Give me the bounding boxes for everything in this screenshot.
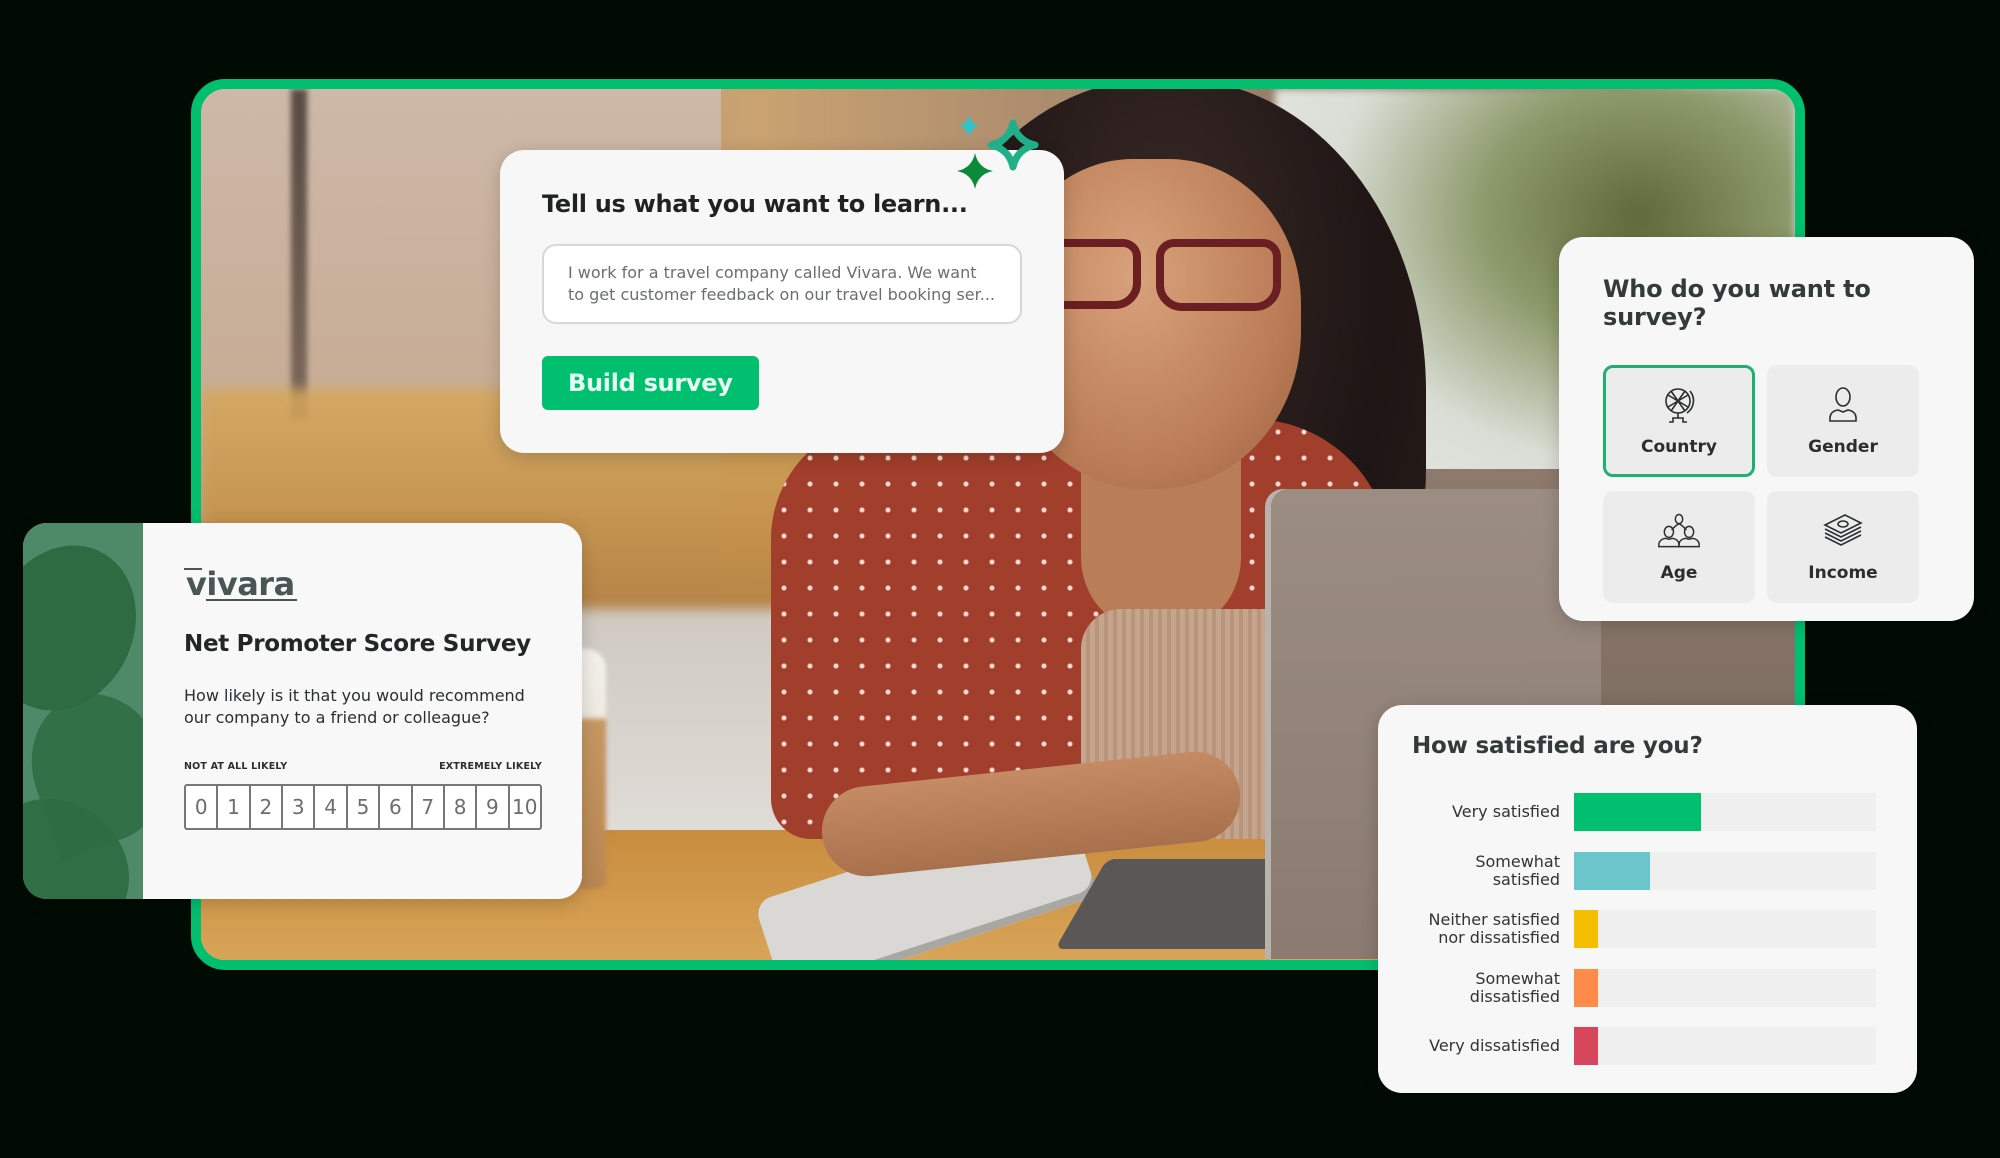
audience-option-income[interactable]: Income <box>1767 491 1919 603</box>
nps-body: vivara Net Promoter Score Survey How lik… <box>143 523 582 899</box>
sparkle-solid-darkgreen <box>957 153 993 189</box>
nps-option-1[interactable]: 1 <box>218 786 251 828</box>
satisfaction-bar <box>1574 851 1650 890</box>
satisfaction-row: Somewhat satisfied <box>1412 842 1883 901</box>
satisfaction-bar-label: Very dissatisfied <box>1429 1036 1560 1056</box>
nps-option-5[interactable]: 5 <box>348 786 381 828</box>
satisfaction-chart: Very satisfied Somewhat satisfied Neither … <box>1412 783 1883 1076</box>
photo-background-pillar <box>291 89 307 419</box>
sparkle-icon <box>957 115 1039 189</box>
learn-card-title: Tell us what you want to learn... <box>542 190 968 218</box>
satisfaction-row: Neither satisfied nor dissatisfied <box>1412 900 1883 959</box>
satisfaction-bar-label: Very satisfied <box>1452 802 1560 822</box>
satisfaction-bar <box>1574 910 1599 949</box>
money-icon <box>1823 514 1863 546</box>
nps-low-label: NOT AT ALL LIKELY <box>184 761 288 772</box>
build-survey-button[interactable]: Build survey <box>542 356 759 410</box>
audience-option-country[interactable]: Country <box>1603 365 1755 477</box>
globe-icon <box>1665 388 1695 423</box>
audience-options: Country Gender Age Income <box>1603 365 1930 603</box>
nps-option-4[interactable]: 4 <box>315 786 348 828</box>
audience-option-label: Country <box>1641 437 1717 457</box>
audience-card: Who do you want to survey? Country Gende… <box>1559 237 1974 621</box>
nps-scale-labels: NOT AT ALL LIKELY EXTREMELY LIKELY <box>184 761 542 772</box>
satisfaction-bar-track <box>1574 851 1876 890</box>
satisfaction-row: Somewhat dissatisfied <box>1412 959 1883 1018</box>
group-icon <box>1658 513 1700 548</box>
satisfaction-bar-label: Neither satisfied nor dissatisfied <box>1428 910 1560 948</box>
satisfaction-bar-track <box>1574 910 1876 949</box>
nps-scale: 0 1 2 3 4 5 6 7 8 9 10 <box>184 784 542 830</box>
photo-glasses-right <box>1156 239 1281 311</box>
nps-question: How likely is it that you would recommen… <box>184 686 525 727</box>
audience-option-age[interactable]: Age <box>1603 491 1755 603</box>
audience-option-label: Gender <box>1808 437 1878 457</box>
sparkle-outline-green <box>987 119 1039 171</box>
satisfaction-bar <box>1574 968 1599 1007</box>
nps-option-10[interactable]: 10 <box>510 786 540 828</box>
audience-option-gender[interactable]: Gender <box>1767 365 1919 477</box>
person-icon <box>1829 387 1857 422</box>
audience-option-label: Age <box>1660 563 1698 583</box>
satisfaction-bar <box>1574 793 1701 832</box>
audience-option-label: Income <box>1808 563 1878 583</box>
nps-option-0[interactable]: 0 <box>186 786 219 828</box>
nps-option-9[interactable]: 9 <box>477 786 510 828</box>
nps-survey-card: vivara Net Promoter Score Survey How lik… <box>23 523 582 899</box>
learn-prompt-input[interactable]: I work for a travel company called Vivar… <box>542 244 1022 324</box>
nps-option-6[interactable]: 6 <box>380 786 413 828</box>
satisfaction-bar-label: Somewhat dissatisfied <box>1469 968 1560 1006</box>
satisfaction-row: Very dissatisfied <box>1412 1017 1883 1076</box>
nps-high-label: EXTREMELY LIKELY <box>439 761 542 772</box>
satisfaction-bar-track <box>1574 793 1876 832</box>
satisfaction-bar-track <box>1574 968 1876 1007</box>
satisfaction-bar-label: Somewhat satisfied <box>1475 851 1560 889</box>
nps-option-7[interactable]: 7 <box>413 786 445 828</box>
satisfaction-row: Very satisfied <box>1412 783 1883 842</box>
audience-card-title: Who do you want to survey? <box>1603 275 1871 331</box>
satisfaction-chart-title: How satisfied are you? <box>1412 733 1703 759</box>
nps-leaf-image <box>23 523 143 899</box>
vivara-logo: vivara <box>184 565 297 603</box>
nps-option-3[interactable]: 3 <box>283 786 316 828</box>
nps-option-2[interactable]: 2 <box>251 786 284 828</box>
satisfaction-chart-card: How satisfied are you? Very satisfied Som… <box>1378 705 1917 1093</box>
satisfaction-bar <box>1574 1027 1599 1066</box>
nps-title: Net Promoter Score Survey <box>184 631 531 657</box>
satisfaction-bar-track <box>1574 1027 1876 1066</box>
sparkle-small-teal <box>959 115 979 137</box>
nps-option-8[interactable]: 8 <box>445 786 478 828</box>
